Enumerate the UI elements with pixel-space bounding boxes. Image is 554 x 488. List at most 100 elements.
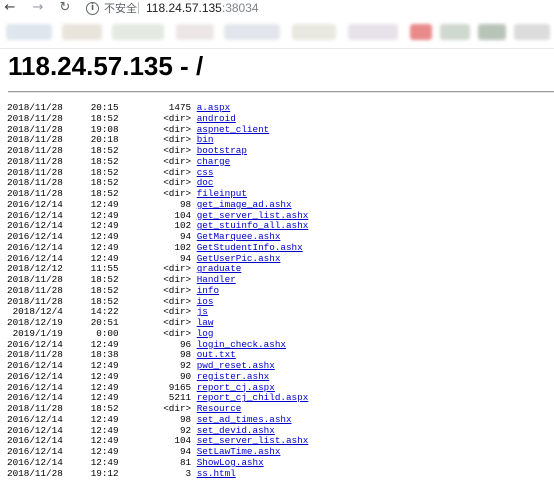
listing-link[interactable]: login_check.ashx — [197, 339, 286, 350]
address-separator — [138, 2, 139, 14]
security-label[interactable]: 不安全 — [104, 2, 137, 15]
listing-size: <dir> — [118, 403, 192, 414]
listing-link[interactable]: info — [197, 285, 219, 296]
listing-link[interactable]: Resource — [197, 403, 242, 414]
listing-date: 2016/12/14 — [7, 338, 63, 350]
listing-link[interactable]: css — [197, 167, 214, 178]
listing-time: 18:52 — [62, 188, 119, 199]
listing-time: 12:49 — [62, 338, 119, 350]
listing-date: 2018/11/28 — [7, 155, 63, 167]
listing-size: <dir> — [118, 327, 192, 339]
arrow-right-icon: → — [32, 0, 44, 15]
listing-date: 2018/11/28 — [7, 145, 63, 156]
listing-date: 2016/12/14 — [7, 360, 63, 371]
address-bar[interactable]: 118.24.57.135:38034 — [146, 1, 259, 16]
listing-date: 2016/12/14 — [7, 241, 63, 253]
listing-row: 2016/12/14 12:49 96 login_check.ashx — [7, 339, 286, 350]
listing-link[interactable]: graduate — [197, 263, 242, 274]
horizontal-rule — [8, 91, 554, 93]
listing-date: 2018/11/28 — [7, 188, 63, 199]
listing-time: 18:52 — [62, 295, 119, 307]
listing-date: 2016/12/14 — [7, 446, 63, 457]
listing-date: 2018/12/19 — [7, 317, 63, 328]
listing-link[interactable]: aspnet_client — [197, 124, 270, 135]
listing-size: 5211 — [118, 392, 192, 404]
listing-size: 96 — [118, 338, 192, 350]
listing-date: 2016/12/14 — [7, 370, 63, 382]
blurred-bookmark — [410, 24, 432, 40]
listing-link[interactable]: log — [197, 328, 214, 339]
listing-link[interactable]: get_stuinfo_all.ashx — [197, 220, 309, 231]
listing-link[interactable]: ios — [197, 296, 214, 307]
listing-link[interactable]: bin — [197, 134, 214, 145]
listing-link[interactable]: pwd_reset.ashx — [197, 360, 275, 371]
listing-link[interactable]: get_server_list.ashx — [197, 210, 309, 221]
listing-size: 3 — [118, 467, 192, 479]
listing-row: 2018/12/12 11:55 <dir> graduate — [7, 263, 241, 274]
listing-link[interactable]: ShowLog.ashx — [197, 457, 264, 468]
listing-size: <dir> — [118, 295, 192, 307]
listing-row: 2016/12/14 12:49 94 GetMarquee.ashx — [7, 231, 280, 242]
listing-time: 12:49 — [62, 392, 119, 404]
listing-link[interactable]: GetStudentInfo.ashx — [197, 242, 303, 253]
listing-link[interactable]: a.aspx — [197, 102, 230, 113]
blurred-bookmark — [292, 24, 336, 40]
listing-date: 2018/11/28 — [7, 177, 63, 189]
listing-time: 18:52 — [62, 112, 119, 124]
listing-row: 2016/12/14 12:49 92 set_devid.ashx — [7, 425, 275, 436]
listing-date: 2016/12/14 — [7, 231, 63, 242]
reload-button[interactable]: ↻ — [58, 1, 72, 15]
listing-size: 1475 — [118, 102, 192, 113]
listing-link[interactable]: law — [197, 317, 214, 328]
listing-row: 2016/12/14 12:49 104 get_server_list.ash… — [7, 210, 308, 221]
listing-link[interactable]: ss.html — [197, 468, 236, 479]
listing-time: 12:49 — [62, 252, 119, 264]
listing-link[interactable]: get_image_ad.ashx — [197, 199, 292, 210]
listing-size: <dir> — [118, 188, 192, 199]
listing-link[interactable]: GetUserPic.ashx — [197, 253, 281, 264]
listing-row: 2018/11/28 19:08 <dir> aspnet_client — [7, 124, 269, 135]
listing-size: <dir> — [118, 123, 192, 135]
url-port: :38034 — [221, 1, 259, 15]
page-title: 118.24.57.135 - / — [8, 51, 204, 81]
listing-time: 12:49 — [62, 241, 119, 253]
listing-link[interactable]: android — [197, 113, 236, 124]
listing-row: 2016/12/14 12:49 98 get_image_ad.ashx — [7, 199, 292, 210]
listing-date: 2016/12/14 — [7, 252, 63, 264]
listing-link[interactable]: register.ashx — [197, 371, 270, 382]
listing-link[interactable]: charge — [197, 156, 230, 167]
listing-link[interactable]: report_cj_child.aspx — [197, 392, 309, 403]
listing-date: 2018/11/28 — [7, 295, 63, 307]
listing-link[interactable]: set_ad_times.ashx — [197, 414, 292, 425]
info-icon[interactable]: i — [86, 2, 99, 15]
listing-size: 94 — [118, 446, 192, 457]
listing-time: 18:52 — [62, 274, 119, 285]
listing-link[interactable]: Handler — [197, 274, 236, 285]
listing-time: 12:49 — [62, 370, 119, 382]
listing-link[interactable]: GetMarquee.ashx — [197, 231, 281, 242]
listing-row: 2016/12/14 12:49 92 pwd_reset.ashx — [7, 360, 275, 371]
listing-link[interactable]: out.txt — [197, 349, 236, 360]
listing-date: 2018/11/28 — [7, 403, 63, 414]
listing-link[interactable]: js — [197, 306, 208, 317]
listing-link[interactable]: report_cj.aspx — [197, 382, 275, 393]
listing-row: 2018/11/28 19:12 3 ss.html — [7, 468, 236, 479]
forward-button[interactable]: → — [31, 1, 45, 15]
listing-date: 2018/11/28 — [7, 123, 63, 135]
listing-link[interactable]: doc — [197, 177, 214, 188]
listing-link[interactable]: set_server_list.ashx — [197, 435, 309, 446]
listing-link[interactable]: set_devid.ashx — [197, 425, 275, 436]
blurred-bookmark — [6, 24, 52, 40]
listing-date: 2018/11/28 — [7, 274, 63, 285]
listing-size: <dir> — [118, 284, 192, 296]
listing-time: 12:49 — [62, 424, 119, 436]
back-button[interactable]: ← — [3, 1, 17, 15]
listing-row: 2016/12/14 12:49 98 set_ad_times.ashx — [7, 414, 292, 425]
listing-link[interactable]: bootstrap — [197, 145, 247, 156]
listing-link[interactable]: SetLawTime.ashx — [197, 446, 281, 457]
listing-size: 104 — [118, 209, 192, 221]
listing-time: 20:18 — [62, 134, 119, 146]
listing-time: 18:52 — [62, 145, 119, 156]
listing-link[interactable]: fileinput — [197, 188, 247, 199]
toolbar-divider — [0, 48, 554, 49]
